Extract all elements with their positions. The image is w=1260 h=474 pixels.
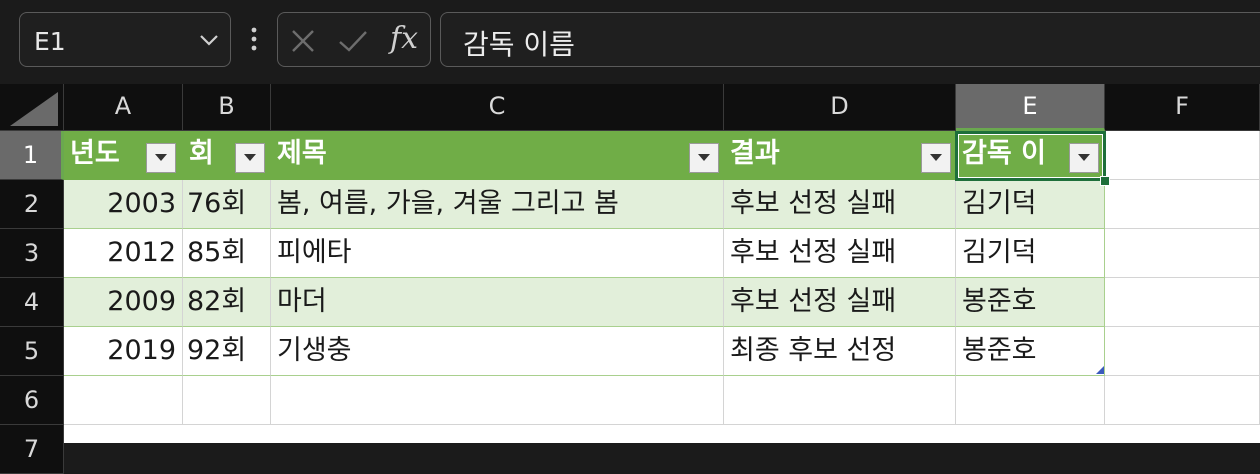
table-cell[interactable]: 2009 bbox=[64, 278, 183, 327]
table-resize-handle[interactable] bbox=[1096, 366, 1104, 374]
name-box-value: E1 bbox=[34, 27, 66, 56]
empty-cell[interactable] bbox=[1105, 278, 1260, 327]
table-header-label: 회 bbox=[189, 138, 214, 169]
table-cell[interactable]: 2019 bbox=[64, 327, 183, 376]
table-cell[interactable]: 봄, 여름, 가을, 겨울 그리고 봄 bbox=[271, 180, 724, 229]
row-header-4[interactable]: 4 bbox=[0, 278, 64, 327]
active-cell-border bbox=[955, 131, 1106, 181]
table-cell[interactable]: 후보 선정 실패 bbox=[724, 229, 956, 278]
table-cell[interactable]: 92회 bbox=[183, 327, 271, 376]
table-header-cell[interactable]: 년도 bbox=[64, 131, 183, 180]
table-cell[interactable]: 봉준호 bbox=[956, 327, 1105, 376]
formula-bar: E1 fx 감독 이름 bbox=[0, 0, 1260, 84]
column-header-f[interactable]: F bbox=[1105, 84, 1260, 131]
table-header-cell[interactable]: 결과 bbox=[724, 131, 956, 180]
table-header-label: 제목 bbox=[277, 138, 327, 169]
row-header-7[interactable]: 7 bbox=[0, 425, 64, 474]
select-all-icon bbox=[10, 92, 58, 126]
column-header-a[interactable]: A bbox=[64, 84, 183, 131]
column-header-d[interactable]: D bbox=[724, 84, 956, 131]
column-header-e[interactable]: E bbox=[956, 84, 1105, 131]
check-icon[interactable] bbox=[338, 28, 368, 54]
table-cell[interactable]: 2012 bbox=[64, 229, 183, 278]
empty-cell[interactable] bbox=[956, 376, 1105, 425]
more-options-icon[interactable] bbox=[251, 27, 257, 51]
chevron-down-icon[interactable] bbox=[198, 31, 220, 49]
row-header-2[interactable]: 2 bbox=[0, 180, 64, 229]
table-cell[interactable]: 최종 후보 선정 bbox=[724, 327, 956, 376]
table-header-label: 결과 bbox=[730, 138, 780, 169]
formula-buttons: fx bbox=[277, 12, 431, 67]
empty-cell[interactable] bbox=[64, 376, 183, 425]
fill-handle[interactable] bbox=[1100, 176, 1110, 186]
table-header-label: 년도 bbox=[70, 138, 120, 169]
row-header-1[interactable]: 1 bbox=[0, 131, 64, 180]
empty-cell[interactable] bbox=[1105, 131, 1260, 180]
formula-value: 감독 이름 bbox=[463, 28, 575, 61]
filter-arrow-icon bbox=[698, 154, 710, 161]
table-cell[interactable]: 2003 bbox=[64, 180, 183, 229]
table-cell[interactable]: 김기덕 bbox=[956, 180, 1105, 229]
column-header-b[interactable]: B bbox=[183, 84, 271, 131]
empty-cell[interactable] bbox=[1105, 327, 1260, 376]
table-cell[interactable]: 82회 bbox=[183, 278, 271, 327]
table-cell[interactable]: 봉준호 bbox=[956, 278, 1105, 327]
table-header-cell[interactable]: 제목 bbox=[271, 131, 724, 180]
filter-dropdown-button[interactable] bbox=[235, 143, 265, 173]
table-cell[interactable]: 76회 bbox=[183, 180, 271, 229]
empty-cell[interactable] bbox=[1105, 180, 1260, 229]
name-box[interactable]: E1 bbox=[19, 12, 231, 67]
spreadsheet-grid: A B C D E F 1 2 3 4 5 6 7 년도 회 제목 결과 감독 … bbox=[0, 84, 1260, 474]
formula-input[interactable]: 감독 이름 bbox=[440, 12, 1260, 67]
filter-dropdown-button[interactable] bbox=[921, 143, 951, 173]
empty-cell[interactable] bbox=[271, 376, 724, 425]
table-cell[interactable]: 피에타 bbox=[271, 229, 724, 278]
select-all-corner[interactable] bbox=[0, 84, 64, 131]
table-cell[interactable]: 마더 bbox=[271, 278, 724, 327]
active-cell-inner bbox=[958, 134, 1103, 178]
empty-cell[interactable] bbox=[1105, 376, 1260, 425]
table-cell[interactable]: 김기덕 bbox=[956, 229, 1105, 278]
row-header-3[interactable]: 3 bbox=[0, 229, 64, 278]
empty-cell[interactable] bbox=[1105, 229, 1260, 278]
empty-cell[interactable] bbox=[724, 376, 956, 425]
table-cell[interactable]: 후보 선정 실패 bbox=[724, 180, 956, 229]
row-header-6[interactable]: 6 bbox=[0, 376, 64, 425]
empty-cell[interactable] bbox=[183, 376, 271, 425]
close-icon[interactable] bbox=[290, 28, 316, 54]
filter-dropdown-button[interactable] bbox=[146, 143, 176, 173]
filter-arrow-icon bbox=[155, 154, 167, 161]
row-header-5[interactable]: 5 bbox=[0, 327, 64, 376]
table-cell[interactable]: 85회 bbox=[183, 229, 271, 278]
table-cell[interactable]: 후보 선정 실패 bbox=[724, 278, 956, 327]
filter-dropdown-button[interactable] bbox=[689, 143, 719, 173]
insert-function-button[interactable]: fx bbox=[390, 21, 418, 56]
column-header-c[interactable]: C bbox=[271, 84, 724, 131]
table-header-cell[interactable]: 회 bbox=[183, 131, 271, 180]
filter-arrow-icon bbox=[244, 154, 256, 161]
filter-arrow-icon bbox=[930, 154, 942, 161]
table-cell[interactable]: 기생충 bbox=[271, 327, 724, 376]
